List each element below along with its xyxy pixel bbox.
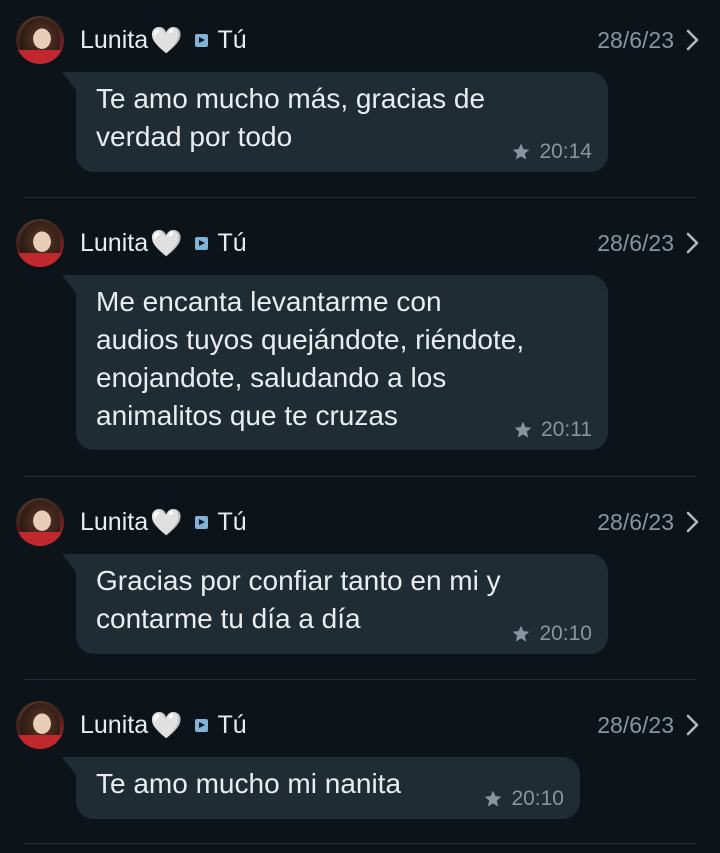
white-heart-icon: 🤍 (150, 507, 183, 537)
avatar[interactable] (16, 701, 64, 749)
divider (24, 476, 696, 477)
recipient-name: Tú (217, 228, 247, 257)
message-time: 20:11 (541, 418, 592, 441)
sender-name: Lunita (80, 710, 149, 739)
message-meta: 20:14 (511, 140, 592, 164)
chevron-right-icon[interactable] (680, 229, 704, 257)
message-header: Lunita 🤍 Tú (80, 24, 247, 56)
divider (24, 843, 696, 844)
avatar[interactable] (16, 16, 64, 64)
chevron-right-icon[interactable] (680, 26, 704, 54)
message-text: Me encanta levantarme con audios tuyos q… (96, 286, 525, 431)
star-icon (485, 790, 502, 807)
avatar[interactable] (16, 219, 64, 267)
sender-name: Lunita (80, 25, 149, 54)
white-heart-icon: 🤍 (150, 228, 183, 258)
forward-arrow-icon (194, 718, 208, 732)
message-bubble[interactable]: Me encanta levantarme con audios tuyos q… (62, 275, 608, 450)
recipient-name: Tú (217, 25, 247, 54)
recipient-name: Tú (217, 710, 247, 739)
message-date: 28/6/23 (597, 711, 674, 738)
chevron-right-icon[interactable] (680, 508, 704, 536)
chevron-right-icon[interactable] (680, 711, 704, 739)
message-date: 28/6/23 (597, 229, 674, 256)
message-time: 20:10 (539, 622, 592, 645)
sender-name: Lunita (80, 228, 149, 257)
sender-name: Lunita (80, 507, 149, 536)
divider (24, 197, 696, 198)
star-icon (513, 625, 530, 642)
forward-arrow-icon (194, 515, 208, 529)
message-bubble[interactable]: Te amo mucho más, gracias de verdad por … (62, 72, 608, 172)
message-date: 28/6/23 (597, 26, 674, 53)
message-meta: 20:10 (483, 787, 564, 811)
message-meta: 20:11 (513, 418, 592, 442)
message-header: Lunita 🤍 Tú (80, 506, 247, 538)
forward-arrow-icon (194, 236, 208, 250)
white-heart-icon: 🤍 (150, 25, 183, 55)
divider (24, 679, 696, 680)
message-meta: 20:10 (511, 622, 592, 646)
message-time: 20:14 (539, 140, 592, 163)
message-header: Lunita 🤍 Tú (80, 227, 247, 259)
message-date: 28/6/23 (597, 508, 674, 535)
recipient-name: Tú (217, 507, 247, 536)
message-time: 20:10 (511, 787, 564, 810)
star-icon (513, 143, 530, 160)
star-icon (514, 421, 532, 438)
forward-arrow-icon (194, 33, 208, 47)
message-header: Lunita 🤍 Tú (80, 709, 247, 741)
message-bubble[interactable]: Te amo mucho mi nanita 20:10 (62, 757, 580, 819)
avatar[interactable] (16, 498, 64, 546)
white-heart-icon: 🤍 (150, 710, 183, 740)
message-bubble[interactable]: Gracias por confiar tanto en mi y contar… (62, 554, 608, 654)
